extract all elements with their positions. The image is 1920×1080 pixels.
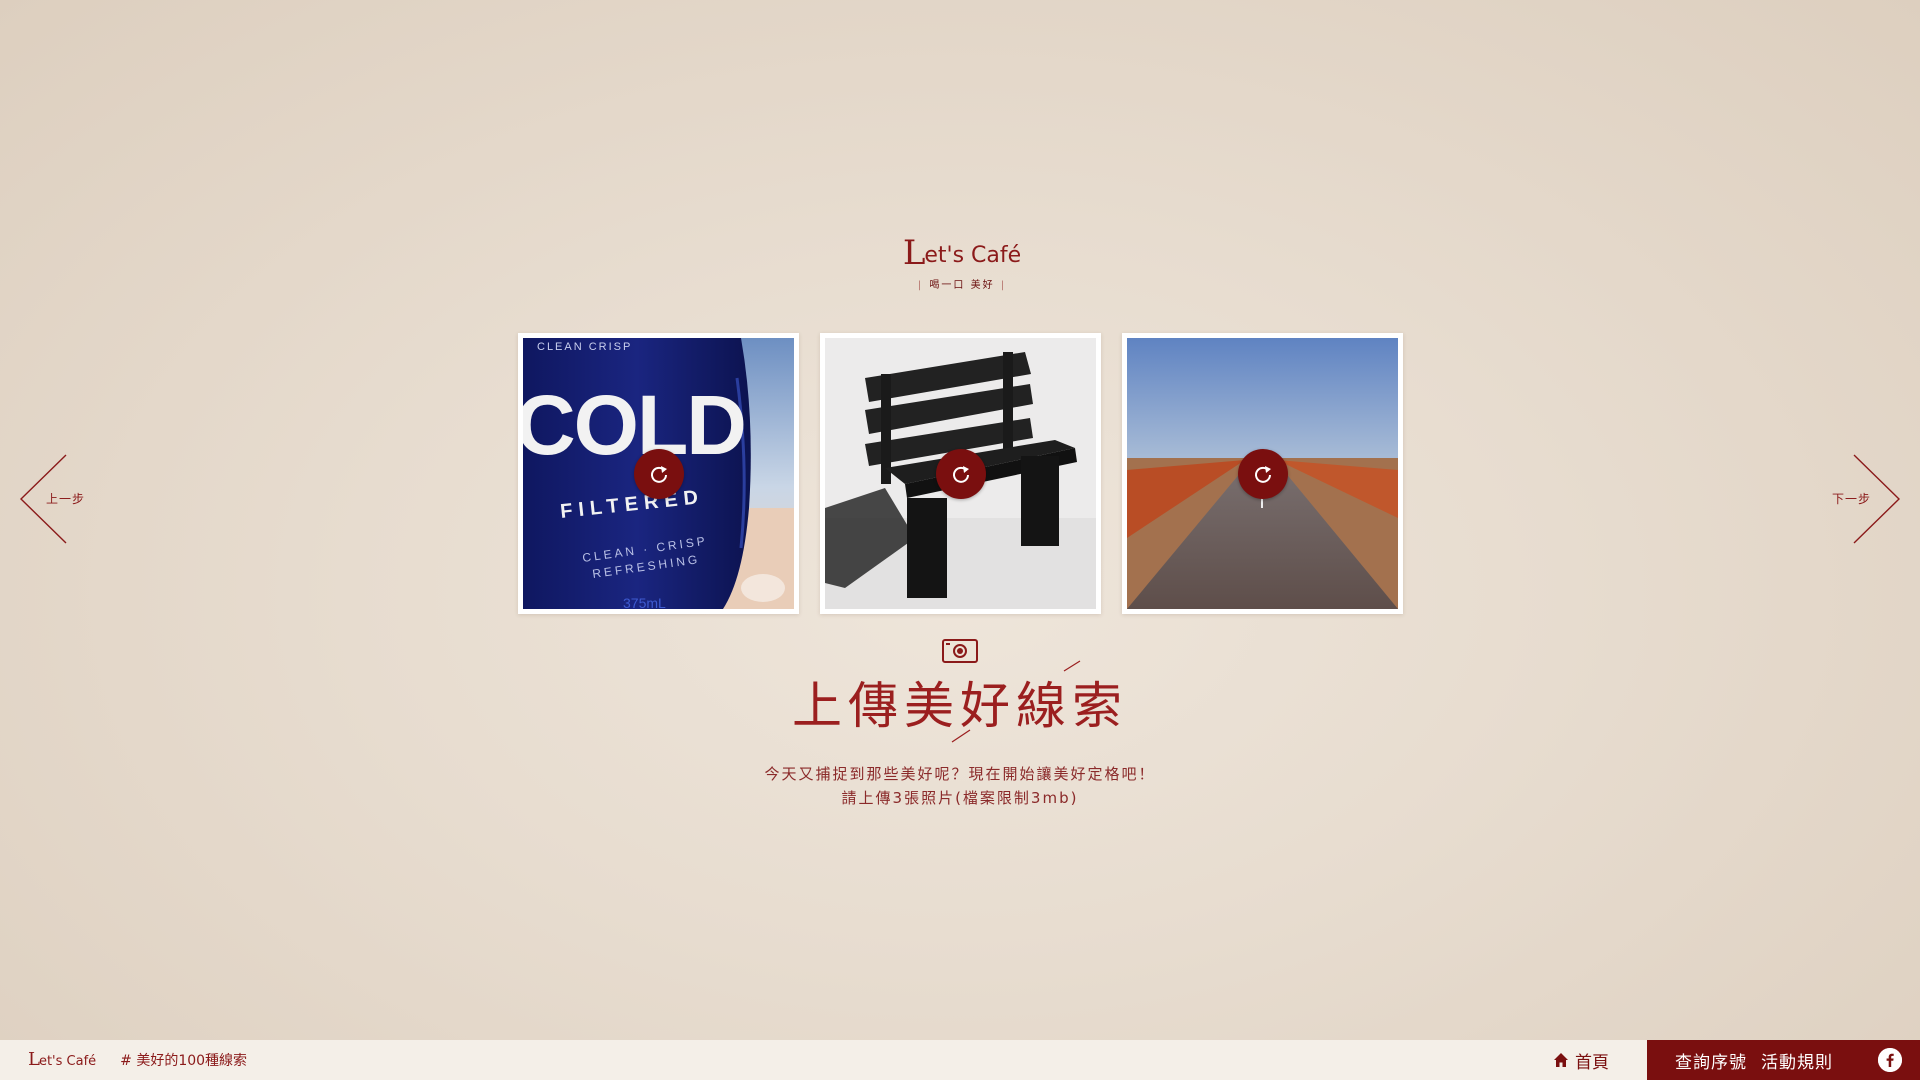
- camera-icon: [942, 639, 978, 663]
- home-icon: [1554, 1053, 1568, 1067]
- decorative-stroke: [951, 729, 971, 743]
- photo-slot-2[interactable]: [820, 333, 1101, 614]
- uploaded-photo-bench: [825, 338, 1096, 609]
- hashtag-text: # 美好的100種線索: [120, 1053, 248, 1069]
- logo-word: et's Café: [924, 243, 1022, 268]
- facebook-icon: [1878, 1048, 1902, 1072]
- prev-step-button[interactable]: 上一步: [18, 453, 98, 545]
- instruction-text: 今天又捕捉到那些美好呢？現在開始讓美好定格吧！ 請上傳3張照片(檔案限制3mb): [660, 762, 1260, 810]
- footer-logo-word: et's Café: [38, 1054, 97, 1069]
- footer-logo[interactable]: L et's Café: [28, 1051, 97, 1070]
- photo-slot-1[interactable]: CLEAN CRISP COLD FILTERED CLEAN · CRISP …: [518, 333, 799, 614]
- brand-logo: L et's Café 喝一口 美好: [900, 236, 1024, 296]
- instruction-line-1: 今天又捕捉到那些美好呢？現在開始讓美好定格吧！: [764, 765, 1156, 783]
- bottle-cold-text: COLD: [523, 378, 745, 472]
- reload-icon: [650, 465, 667, 483]
- reupload-button-2[interactable]: [935, 448, 986, 499]
- next-step-button[interactable]: 下一步: [1822, 453, 1902, 545]
- reupload-button-3[interactable]: [1237, 448, 1288, 499]
- logo-tagline: 喝一口 美好: [900, 276, 1024, 291]
- decorative-stroke: [1063, 660, 1081, 672]
- bottle-top-text: CLEAN CRISP: [537, 341, 632, 353]
- reload-icon: [952, 465, 969, 483]
- bottle-volume-text: 375mL: [623, 595, 666, 609]
- page-title: 上傳美好線索: [792, 677, 1128, 735]
- prev-step-label: 上一步: [46, 492, 86, 506]
- query-serial-link[interactable]: 查詢序號: [1675, 1048, 1747, 1073]
- logo-letter: L: [902, 233, 926, 273]
- uploaded-photo-bottle: CLEAN CRISP COLD FILTERED CLEAN · CRISP …: [523, 338, 794, 609]
- rules-link[interactable]: 活動規則: [1761, 1048, 1833, 1073]
- logo-wordmark: L et's Café: [900, 236, 1024, 270]
- footer-menu: 查詢序號 活動規則: [1647, 1040, 1920, 1080]
- facebook-button[interactable]: [1878, 1048, 1902, 1072]
- uploaded-photo-road: [1127, 338, 1398, 609]
- home-link[interactable]: 首頁: [1553, 1048, 1609, 1073]
- bottom-bar: L et's Café # 美好的100種線索 首頁 查詢序號 活動規則: [0, 1040, 1920, 1080]
- reupload-button-1[interactable]: [633, 448, 684, 499]
- home-label: 首頁: [1575, 1052, 1609, 1073]
- reload-icon: [1254, 465, 1271, 483]
- instruction-line-2: 請上傳3張照片(檔案限制3mb): [841, 789, 1079, 807]
- photo-slot-3[interactable]: [1122, 333, 1403, 614]
- next-step-label: 下一步: [1832, 492, 1872, 506]
